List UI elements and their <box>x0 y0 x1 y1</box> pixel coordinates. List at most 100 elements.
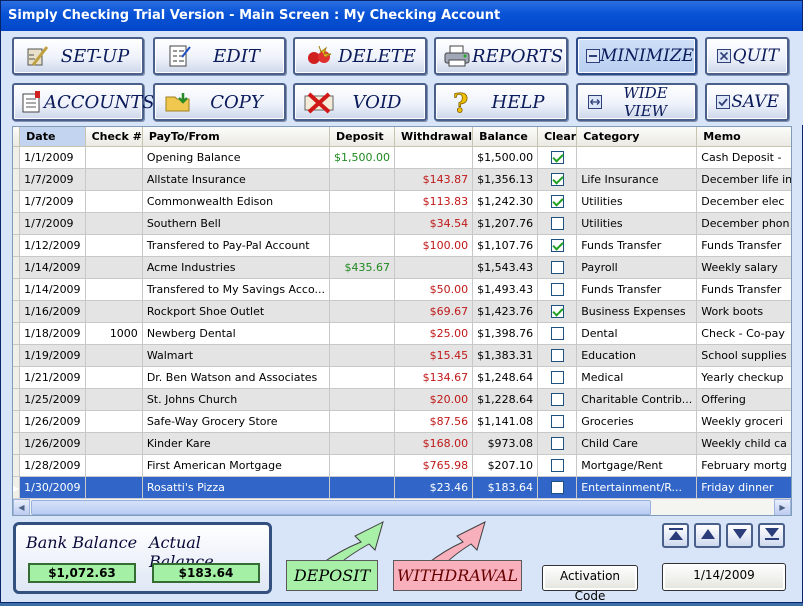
clear-checkbox[interactable] <box>550 282 564 296</box>
cell-balance[interactable]: $207.10 <box>472 454 539 477</box>
cell-check[interactable] <box>85 344 143 367</box>
help-button[interactable]: ? HELP <box>434 83 568 121</box>
next-record-button[interactable] <box>726 523 753 548</box>
cell-category[interactable]: Utilities <box>576 190 698 213</box>
cell-balance[interactable]: $1,500.00 <box>472 146 539 169</box>
clear-checkbox[interactable] <box>550 260 564 274</box>
cell-clear[interactable] <box>537 300 578 323</box>
cell-memo[interactable]: Funds Transfer <box>696 234 791 257</box>
row-selector[interactable] <box>13 454 21 477</box>
cell-category[interactable]: Groceries <box>576 410 698 433</box>
column-header-payto[interactable]: PayTo/From <box>142 127 331 147</box>
table-row[interactable]: ▶ 1/30/2009 Rosatti's Pizza $23.46 $183.64 En… <box>13 476 791 499</box>
cell-category[interactable]: Utilities <box>576 212 698 235</box>
cell-date[interactable]: 1/7/2009 <box>19 212 86 235</box>
cell-deposit[interactable] <box>329 454 395 477</box>
cell-payto[interactable]: Acme Industries <box>142 256 331 279</box>
table-row[interactable]: 1/19/2009 Walmart $15.45 $1,383.31 Education… <box>13 344 791 367</box>
cell-withdrawal[interactable] <box>394 146 474 169</box>
reports-button[interactable]: REPORTS <box>434 37 568 75</box>
column-header-deposit[interactable]: Deposit <box>329 127 395 147</box>
cell-clear[interactable] <box>537 366 578 389</box>
cell-balance[interactable]: $1,207.76 <box>472 212 539 235</box>
row-selector[interactable] <box>13 168 21 191</box>
row-selector[interactable]: ▶ <box>13 476 21 499</box>
cell-memo[interactable]: December elec <box>696 190 791 213</box>
edit-button[interactable]: EDIT <box>153 37 286 75</box>
previous-record-button[interactable] <box>694 523 721 548</box>
column-header-balance[interactable]: Balance <box>472 127 539 147</box>
accounts-button[interactable]: ACCOUNTS <box>12 83 155 121</box>
cell-memo[interactable]: December life ins <box>696 168 791 191</box>
deposit-button[interactable]: DEPOSIT <box>286 560 378 591</box>
cell-category[interactable]: Child Care <box>576 432 698 455</box>
table-row[interactable]: 1/7/2009 Allstate Insurance $143.87 $1,356.… <box>13 168 791 191</box>
setup-button[interactable]: SET-UP <box>12 37 144 75</box>
row-selector[interactable] <box>13 344 21 367</box>
cell-payto[interactable]: Safe-Way Grocery Store <box>142 410 331 433</box>
cell-date[interactable]: 1/25/2009 <box>19 388 86 411</box>
save-button[interactable]: SAVE <box>705 83 789 121</box>
cell-category[interactable]: Payroll <box>576 256 698 279</box>
cell-category[interactable]: Business Expenses <box>576 300 698 323</box>
table-row[interactable]: 1/26/2009 Kinder Kare $168.00 $973.08 Child … <box>13 432 791 455</box>
cell-withdrawal[interactable]: $23.46 <box>394 476 474 499</box>
cell-clear[interactable] <box>537 234 578 257</box>
clear-checkbox[interactable] <box>550 238 564 252</box>
cell-deposit[interactable] <box>329 432 395 455</box>
row-selector[interactable] <box>13 322 21 345</box>
cell-payto[interactable]: Commonwealth Edison <box>142 190 331 213</box>
row-selector[interactable] <box>13 212 21 235</box>
clear-checkbox[interactable] <box>550 392 564 406</box>
cell-withdrawal[interactable]: $34.54 <box>394 212 474 235</box>
cell-date[interactable]: 1/16/2009 <box>19 300 86 323</box>
cell-clear[interactable] <box>537 432 578 455</box>
cell-withdrawal[interactable]: $20.00 <box>394 388 474 411</box>
cell-category[interactable]: Mortgage/Rent <box>576 454 698 477</box>
column-header-date[interactable]: Date <box>19 127 86 147</box>
scroll-left-arrow-icon[interactable]: ◀ <box>13 499 30 515</box>
cell-payto[interactable]: Transfered to My Savings Acco... <box>142 278 331 301</box>
cell-memo[interactable]: Weekly groceri <box>696 410 791 433</box>
cell-memo[interactable]: Cash Deposit - <box>696 146 791 169</box>
table-row[interactable]: 1/1/2009 Opening Balance $1,500.00 $1,500.0… <box>13 146 791 169</box>
cell-memo[interactable]: Weekly child ca <box>696 432 791 455</box>
clear-checkbox[interactable] <box>550 348 564 362</box>
cell-clear[interactable] <box>537 410 578 433</box>
table-row[interactable]: 1/16/2009 Rockport Shoe Outlet $69.67 $1,42… <box>13 300 791 323</box>
wide-view-button[interactable]: WIDE VIEW <box>576 83 697 121</box>
cell-deposit[interactable] <box>329 300 395 323</box>
cell-memo[interactable]: Weekly salary <box>696 256 791 279</box>
cell-deposit[interactable] <box>329 344 395 367</box>
row-selector[interactable] <box>13 300 21 323</box>
cell-clear[interactable] <box>537 278 578 301</box>
cell-check[interactable] <box>85 146 143 169</box>
cell-clear[interactable] <box>537 146 578 169</box>
cell-deposit[interactable]: $1,500.00 <box>329 146 395 169</box>
column-header-category[interactable]: Category <box>576 127 698 147</box>
table-row[interactable]: 1/21/2009 Dr. Ben Watson and Associates $1… <box>13 366 791 389</box>
cell-balance[interactable]: $1,107.76 <box>472 234 539 257</box>
cell-payto[interactable]: First American Mortgage <box>142 454 331 477</box>
cell-balance[interactable]: $1,398.76 <box>472 322 539 345</box>
row-selector[interactable] <box>13 388 21 411</box>
table-row[interactable]: 1/18/2009 1000 Newberg Dental $25.00 $1,398.… <box>13 322 791 345</box>
cell-memo[interactable]: February mortg <box>696 454 791 477</box>
cell-memo[interactable]: Funds Transfer <box>696 278 791 301</box>
cell-date[interactable]: 1/1/2009 <box>19 146 86 169</box>
clear-checkbox[interactable] <box>550 370 564 384</box>
cell-payto[interactable]: Transfered to Pay-Pal Account <box>142 234 331 257</box>
cell-memo[interactable]: Check - Co-pay <box>696 322 791 345</box>
transactions-grid[interactable]: Date Check # PayTo/From Deposit Withdraw… <box>12 126 792 516</box>
activation-code-button[interactable]: Activation Code <box>542 565 638 603</box>
table-row[interactable]: 1/25/2009 St. Johns Church $20.00 $1,228.64… <box>13 388 791 411</box>
cell-date[interactable]: 1/14/2009 <box>19 278 86 301</box>
cell-check[interactable] <box>85 476 143 499</box>
clear-checkbox[interactable] <box>550 414 564 428</box>
cell-memo[interactable]: Work boots <box>696 300 791 323</box>
table-row[interactable]: 1/7/2009 Commonwealth Edison $113.83 $1,242… <box>13 190 791 213</box>
cell-clear[interactable] <box>537 388 578 411</box>
column-header-check[interactable]: Check # <box>85 127 143 147</box>
cell-payto[interactable]: Walmart <box>142 344 331 367</box>
cell-balance[interactable]: $1,242.30 <box>472 190 539 213</box>
